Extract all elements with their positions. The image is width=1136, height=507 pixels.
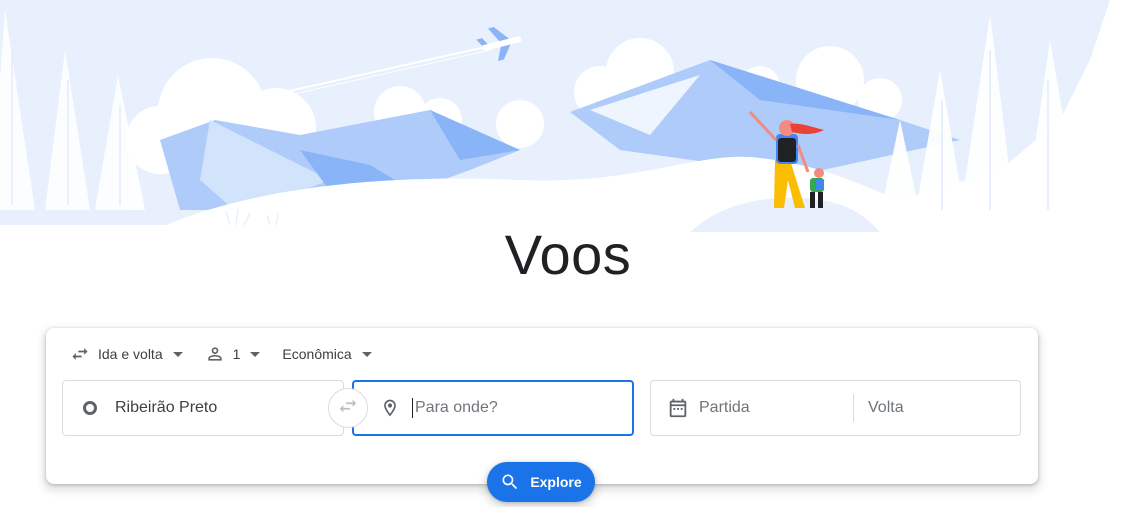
circle-icon xyxy=(83,401,97,415)
chevron-down-icon xyxy=(172,351,183,357)
departure-date-placeholder[interactable]: Partida xyxy=(699,399,853,417)
explore-button[interactable]: Explore xyxy=(487,462,595,502)
chevron-down-icon xyxy=(361,351,372,357)
date-range-field[interactable]: Partida Volta xyxy=(650,380,1021,436)
cabin-class-label: Econômica xyxy=(282,346,352,362)
chevron-down-icon xyxy=(250,351,261,357)
destination-field[interactable]: Para onde? xyxy=(352,380,634,436)
text-cursor xyxy=(412,398,413,418)
return-date-placeholder[interactable]: Volta xyxy=(868,399,904,417)
passengers-count: 1 xyxy=(232,346,241,362)
swap-horiz-icon xyxy=(70,344,90,364)
passengers-dropdown[interactable]: 1 xyxy=(205,342,261,366)
trip-options-row: Ida e volta 1 Econômica xyxy=(70,342,394,366)
origin-value: Ribeirão Preto xyxy=(115,399,218,416)
explore-label: Explore xyxy=(530,474,582,490)
person-icon xyxy=(205,344,225,364)
date-divider xyxy=(853,394,854,422)
page-title: Voos xyxy=(504,223,632,286)
calendar-icon xyxy=(667,397,689,419)
destination-placeholder: Para onde? xyxy=(415,399,498,416)
location-pin-icon xyxy=(380,397,400,419)
search-icon xyxy=(500,472,520,492)
swap-origin-destination-button[interactable] xyxy=(328,388,368,428)
origin-field[interactable]: Ribeirão Preto xyxy=(62,380,344,436)
trip-type-label: Ida e volta xyxy=(98,346,163,362)
swap-arrows-icon xyxy=(337,395,359,422)
hero-illustration xyxy=(0,0,1136,232)
cabin-class-dropdown[interactable]: Econômica xyxy=(282,342,372,366)
trip-type-dropdown[interactable]: Ida e volta xyxy=(70,342,183,366)
flight-search-card: Ida e volta 1 Econômica Ribeirão Preto P… xyxy=(46,328,1038,502)
